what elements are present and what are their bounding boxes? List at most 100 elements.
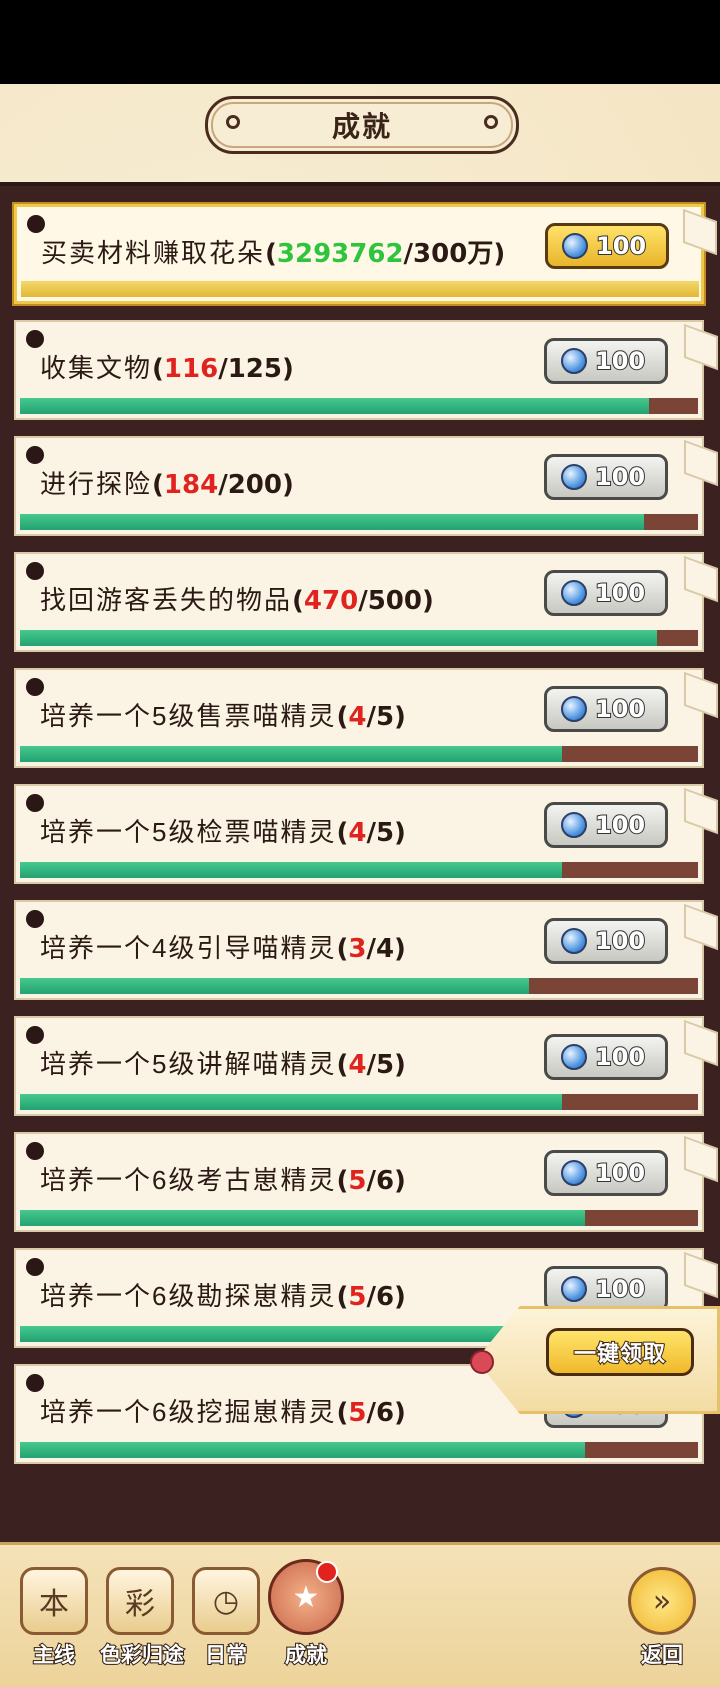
achievement-card: 培养一个5级售票喵精灵(4/5) 100 <box>14 668 718 768</box>
progress-target: 5 <box>375 702 395 732</box>
reward-button[interactable]: 100 <box>544 802 668 848</box>
reward-button[interactable]: 100 <box>544 1266 668 1312</box>
claim-all-button[interactable]: 一键领取 <box>546 1328 694 1376</box>
progress-bar <box>20 862 698 878</box>
reward-amount: 100 <box>595 231 647 261</box>
page-fold-icon <box>684 1019 718 1067</box>
progress-text: (3/4) <box>336 934 406 964</box>
progress-fill <box>20 746 563 762</box>
tassel-knot-icon <box>470 1350 494 1374</box>
progress-current: 3293762 <box>276 239 404 269</box>
achievement-label: 培养一个6级勘探崽精灵(5/6) <box>40 1276 406 1313</box>
gem-icon <box>561 580 587 606</box>
bullet-icon <box>26 678 44 696</box>
bullet-icon <box>26 794 44 812</box>
progress-text: (4/5) <box>336 1050 406 1080</box>
achievement-name: 培养一个5级售票喵精灵 <box>40 701 337 731</box>
progress-text: (4/5) <box>336 818 406 848</box>
page-fold-icon <box>684 671 718 719</box>
gem-icon <box>561 812 587 838</box>
bullet-icon <box>26 446 44 464</box>
reward-amount: 100 <box>594 578 646 608</box>
notification-dot <box>316 1561 338 1583</box>
reward-button[interactable]: 100 <box>544 1034 668 1080</box>
reward-button[interactable]: 100 <box>544 1150 668 1196</box>
achievement-name: 培养一个6级考古崽精灵 <box>40 1165 337 1195</box>
progress-fill <box>21 281 699 297</box>
achievement-card: 培养一个5级检票喵精灵(4/5) 100 <box>14 784 718 884</box>
progress-target: 6 <box>375 1398 395 1428</box>
reward-button[interactable]: 100 <box>544 686 668 732</box>
achievement-name: 培养一个6级挖掘崽精灵 <box>40 1397 337 1427</box>
achievement-card: 进行探险(184/200) 100 <box>14 436 718 536</box>
achievement-card: 买卖材料赚取花朵(3293762/300万) 100 <box>14 204 717 304</box>
progress-current: 5 <box>348 1398 367 1428</box>
reward-button[interactable]: 100 <box>544 338 668 384</box>
progress-text: (184/200) <box>152 470 294 500</box>
progress-current: 5 <box>348 1282 367 1312</box>
page-fold-icon <box>684 439 718 487</box>
progress-target: 125 <box>227 354 282 384</box>
progress-fill <box>20 1094 563 1110</box>
reward-button[interactable]: 100 <box>545 223 669 269</box>
nav-label: 色彩归途 <box>99 1642 185 1668</box>
nav-back[interactable]: » 返回 <box>622 1555 702 1673</box>
achievement-label: 找回游客丢失的物品(470/500) <box>40 580 434 617</box>
progress-target: 5 <box>375 1050 395 1080</box>
reward-amount: 100 <box>594 1042 646 1072</box>
paint-palette-icon: 彩 <box>106 1567 174 1635</box>
progress-bar <box>20 514 698 530</box>
nav-color-journey[interactable]: 彩 色彩归途 <box>99 1555 185 1673</box>
progress-target: 6 <box>375 1166 395 1196</box>
reward-amount: 100 <box>594 1158 646 1188</box>
progress-fill <box>20 978 529 994</box>
reward-amount: 100 <box>594 810 646 840</box>
achievement-card: 培养一个6级考古崽精灵(5/6) 100 <box>14 1132 718 1232</box>
page-fold-icon <box>684 555 718 603</box>
achievement-label: 培养一个5级检票喵精灵(4/5) <box>40 812 406 849</box>
progress-bar <box>20 1442 698 1458</box>
nav-achievement[interactable]: ★ 成就 <box>266 1555 346 1673</box>
progress-bar <box>21 281 699 297</box>
bottom-nav: 本 主线 彩 色彩归途 ◷ 日常 ★ 成就 » 返回 <box>0 1542 720 1687</box>
progress-text: (4/5) <box>336 702 406 732</box>
nav-label: 日常 <box>204 1642 248 1668</box>
bullet-icon <box>26 910 44 928</box>
progress-text: (5/6) <box>336 1282 406 1312</box>
progress-target: 6 <box>375 1282 395 1312</box>
achievement-label: 买卖材料赚取花朵(3293762/300万) <box>41 233 505 270</box>
status-bar <box>0 0 720 84</box>
progress-fill <box>20 398 650 414</box>
ornament-left-icon <box>226 115 240 129</box>
progress-current: 470 <box>303 586 359 616</box>
progress-target: 500 <box>367 586 422 616</box>
nav-daily[interactable]: ◷ 日常 <box>186 1555 266 1673</box>
progress-text: (5/6) <box>336 1398 406 1428</box>
nav-label: 成就 <box>284 1642 328 1668</box>
bullet-icon <box>26 1142 44 1160</box>
bullet-icon <box>27 215 45 233</box>
achievement-card: 收集文物(116/125) 100 <box>14 320 718 420</box>
page-fold-icon <box>684 323 718 371</box>
reward-button[interactable]: 100 <box>544 454 668 500</box>
bullet-icon <box>26 1026 44 1044</box>
progress-target: 300万 <box>413 239 494 269</box>
title-plate: 成就 <box>205 96 519 154</box>
nav-main-quest[interactable]: 本 主线 <box>14 1555 94 1673</box>
achievement-name: 进行探险 <box>40 469 153 499</box>
reward-amount: 100 <box>594 926 646 956</box>
progress-bar <box>20 630 698 646</box>
achievement-label: 培养一个5级讲解喵精灵(4/5) <box>40 1044 406 1081</box>
bullet-icon <box>26 1258 44 1276</box>
progress-bar <box>20 746 698 762</box>
progress-current: 4 <box>348 1050 367 1080</box>
achievement-name: 买卖材料赚取花朵 <box>41 238 266 268</box>
achievement-name: 收集文物 <box>40 353 153 383</box>
achievement-name: 培养一个6级勘探崽精灵 <box>40 1281 337 1311</box>
reward-button[interactable]: 100 <box>544 570 668 616</box>
claim-all-label: 一键领取 <box>573 1341 666 1368</box>
progress-bar <box>20 398 698 414</box>
reward-button[interactable]: 100 <box>544 918 668 964</box>
achievement-label: 培养一个4级引导喵精灵(3/4) <box>40 928 406 965</box>
progress-fill <box>20 1442 585 1458</box>
